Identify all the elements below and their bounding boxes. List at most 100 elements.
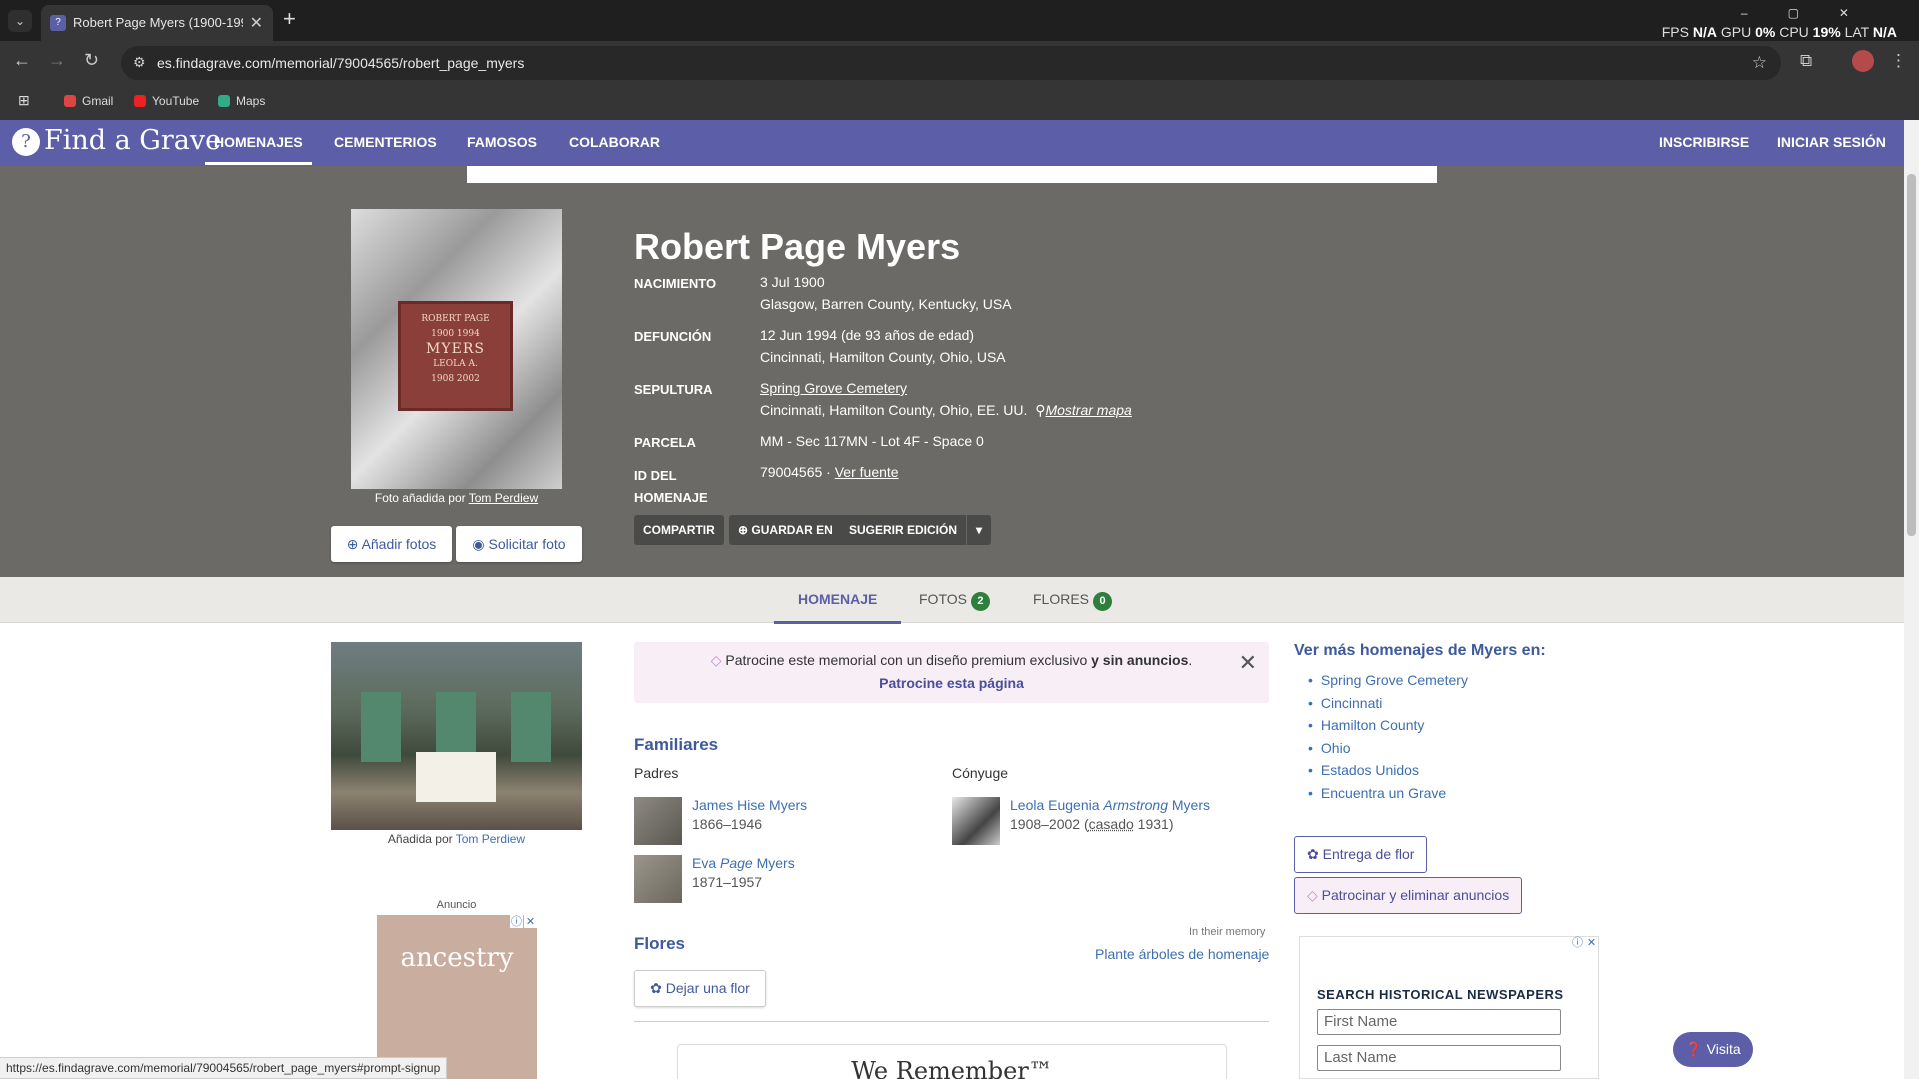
scrollbar-thumb[interactable] (1907, 174, 1916, 536)
nav-colaborar[interactable]: COLABORAR (569, 134, 660, 150)
cemetery-link[interactable]: Spring Grove Cemetery (760, 380, 907, 396)
menu-kebab-icon[interactable]: ⋮ (1890, 51, 1907, 71)
tab-flores[interactable]: FLORES 0 (1033, 591, 1113, 611)
tab-fotos[interactable]: FOTOS 2 (919, 591, 990, 611)
back-arrow-icon[interactable]: ← (13, 50, 31, 71)
extensions-icon[interactable]: ⧉ (1800, 51, 1812, 71)
status-bar-url: https://es.findagrave.com/memorial/79004… (0, 1057, 448, 1079)
add-photos-label: Añadir fotos (361, 536, 437, 552)
site-nav: ? Find a Grave HOMENAJES CEMENTERIOS FAMO… (0, 120, 1904, 166)
forward-arrow-icon[interactable]: → (48, 50, 66, 71)
nav-famosos[interactable]: FAMOSOS (467, 134, 537, 150)
address-bar[interactable]: ⚙ es.findagrave.com/memorial/79004565/ro… (121, 46, 1781, 80)
request-photo-button[interactable]: ◉ Solicitar foto (456, 526, 582, 562)
nav-homenajes[interactable]: HOMENAJES (205, 134, 312, 165)
member-thumbnail (952, 797, 1000, 845)
sidebar-link-cemetery[interactable]: Spring Grove Cemetery (1308, 672, 1468, 695)
grave-photo[interactable]: ROBERT PAGE 1900 1994 MYERS LEOLA A. 190… (351, 209, 562, 489)
sponsor-link[interactable]: Patrocine esta página (634, 675, 1269, 691)
sidebar-link-state[interactable]: Ohio (1308, 740, 1468, 763)
photo-caption: Añadida por Tom Perdiew (331, 832, 582, 846)
last-name-field[interactable]: Last Name (1317, 1045, 1561, 1071)
flower-delivery-label: Entrega de flor (1322, 846, 1415, 862)
window-controls[interactable]: –▢✕ (1741, 6, 1889, 20)
bookmark-gmail[interactable]: Gmail (64, 94, 113, 108)
bookmark-maps[interactable]: Maps (218, 94, 265, 108)
flower-delivery-button[interactable]: ✿ Entrega de flor (1294, 836, 1428, 873)
memorial-id-label: ID DEL HOMENAJE (634, 465, 708, 509)
more-memorials-heading: Ver más homenajes de Myers en: (1294, 642, 1546, 659)
memorial-photo[interactable] (331, 642, 582, 830)
bookmark-label: Gmail (82, 94, 114, 108)
maiden-name: Page (720, 855, 753, 871)
sidebar-link-find-grave[interactable]: Encuentra un Grave (1308, 785, 1468, 808)
logo-icon: ? (12, 128, 40, 156)
cpu-label: CPU (1779, 24, 1809, 40)
bookmark-star-icon[interactable]: ☆ (1752, 53, 1767, 73)
login-link[interactable]: INICIAR SESIÓN (1777, 134, 1886, 150)
tab-list-button[interactable]: ⌄ (8, 10, 32, 32)
apps-grid-icon[interactable]: ⊞ (18, 92, 30, 109)
close-icon[interactable]: ✕ (1239, 650, 1257, 676)
ancestry-ad[interactable]: ancestry ⓘ ✕ (377, 915, 537, 1079)
suggest-edit-button[interactable]: SUGERIR EDICIÓN (840, 515, 967, 545)
leave-flower-label: Dejar una flor (665, 980, 750, 996)
death-place: Cincinnati, Hamilton County, Ohio, USA (760, 349, 1006, 365)
nav-cementerios[interactable]: CEMENTERIOS (334, 134, 437, 150)
in-memory-label: In their memory (1189, 926, 1266, 938)
member-name[interactable]: Leola Eugenia Armstrong Myers (1010, 797, 1210, 813)
sidebar-link-city[interactable]: Cincinnati (1308, 695, 1468, 718)
more-actions-chevron-icon[interactable]: ▾ (966, 515, 991, 545)
last-name: Myers (756, 855, 795, 871)
share-button[interactable]: COMPARTIR (634, 515, 724, 545)
burial-label: SEPULTURA (634, 382, 713, 397)
new-tab-icon[interactable]: + (283, 6, 296, 32)
ad-close-icon[interactable]: ✕ (524, 915, 537, 928)
gpu-label: GPU (1720, 24, 1752, 40)
signup-link[interactable]: INSCRIBIRSE (1659, 134, 1749, 150)
plaque-line: 1908 2002 (431, 374, 480, 384)
last-name: Myers (1171, 797, 1211, 813)
tab-homenaje[interactable]: HOMENAJE (773, 591, 902, 624)
member-name[interactable]: James Hise Myers (692, 797, 807, 813)
photo-credit-user-link[interactable]: Tom Perdiew (469, 491, 538, 505)
id-label-line: ID DEL (634, 468, 677, 483)
view-source-link[interactable]: Ver fuente (835, 464, 899, 480)
plaque-line: MYERS (426, 341, 485, 357)
save-to-button[interactable]: ⊕ GUARDAR EN (729, 515, 842, 545)
caption-user-link[interactable]: Tom Perdiew (456, 832, 525, 846)
bookmark-youtube[interactable]: YouTube (134, 94, 199, 108)
death-date: 12 Jun 1994 (de 93 años de edad) (760, 327, 975, 343)
plant-trees-link[interactable]: Plante árboles de homenaje (1095, 946, 1269, 962)
plus-circle-icon: ⊕ (346, 536, 359, 552)
save-label: GUARDAR EN (751, 523, 833, 537)
first-name-field[interactable]: First Name (1317, 1009, 1561, 1035)
ad-info-icon[interactable]: ⓘ (510, 915, 523, 928)
ad-label: Anuncio (436, 899, 477, 911)
close-tab-icon[interactable]: ✕ (250, 13, 263, 33)
sponsor-text-bold: y sin anuncios (1091, 652, 1189, 668)
diamond-icon: ◇ (1307, 887, 1318, 903)
show-map-link[interactable]: Mostrar mapa (1045, 402, 1131, 418)
member-name[interactable]: Eva Page Myers (692, 855, 795, 871)
diamond-icon: ◇ (710, 652, 722, 668)
ad-info-icon[interactable]: ⓘ (1571, 937, 1584, 950)
ad-close-icon[interactable]: ✕ (1585, 937, 1598, 950)
birth-date: 3 Jul 1900 (760, 274, 825, 290)
reload-icon[interactable]: ↻ (84, 50, 99, 71)
profile-avatar[interactable] (1852, 50, 1874, 72)
site-logo[interactable]: ? Find a Grave (12, 125, 221, 156)
sponsor-remove-ads-button[interactable]: ◇ Patrocinar y eliminar anuncios (1294, 877, 1523, 914)
url-text[interactable]: es.findagrave.com/memorial/79004565/robe… (157, 55, 524, 71)
member-dates: 1871–1957 (692, 874, 763, 890)
more-memorials-list: Spring Grove Cemetery Cincinnati Hamilto… (1308, 672, 1468, 807)
sidebar-link-county[interactable]: Hamilton County (1308, 717, 1468, 740)
visit-button[interactable]: ❓ Visita (1673, 1032, 1753, 1067)
add-photos-button[interactable]: ⊕ Añadir fotos (331, 526, 452, 562)
leave-flower-button[interactable]: ✿ Dejar una flor (634, 970, 766, 1007)
map-pin-icon: ⚲ (1035, 402, 1046, 418)
site-info-icon[interactable]: ⚙ (133, 54, 146, 71)
scrollbar[interactable] (1904, 120, 1919, 1079)
sidebar-link-country[interactable]: Estados Unidos (1308, 762, 1468, 785)
browser-tab[interactable]: ? Robert Page Myers (1900-1994 ✕ (41, 5, 273, 41)
